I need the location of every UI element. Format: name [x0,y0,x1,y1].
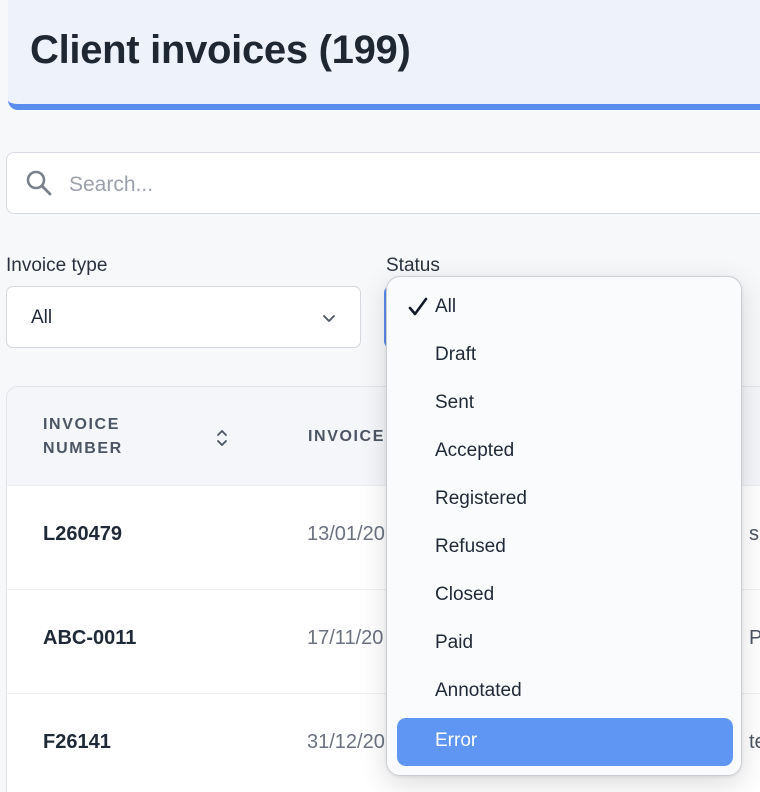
status-dropdown-menu: All Draft Sent Accepted Registered Refus… [386,276,742,776]
page: Client invoices (199) Invoice type All S… [0,0,760,792]
page-header: Client invoices (199) [8,0,760,110]
status-option-accepted[interactable]: Accepted [397,428,733,476]
column-header-invoice-number[interactable]: INVOICE NUMBER [43,413,123,461]
status-option-draft[interactable]: Draft [397,332,733,380]
status-option-all[interactable]: All [397,284,733,332]
option-label: Closed [435,584,495,605]
invoice-number-cell: L260479 [43,523,122,545]
page-title: Client invoices (199) [30,28,411,72]
status-option-sent[interactable]: Sent [397,380,733,428]
option-label: Annotated [435,680,522,701]
invoice-type-select[interactable]: All [6,286,361,348]
invoice-date-cell: 17/11/20 [307,627,384,649]
option-label: Accepted [435,440,515,461]
column-header-invoice-date[interactable]: INVOICE [308,425,385,449]
invoice-type-label: Invoice type [6,255,108,276]
status-option-annotated[interactable]: Annotated [397,668,733,716]
option-label: Draft [435,344,477,365]
table-cell: PI [749,627,760,650]
option-label: Error [435,730,478,751]
option-label: Refused [435,536,506,557]
table-cell: ter [749,731,760,753]
status-label: Status [386,255,440,276]
search-box[interactable] [6,152,760,214]
status-option-error[interactable]: Error [397,718,733,766]
invoice-number-cell: ABC-0011 [43,627,137,649]
column-header-line: INVOICE [43,416,120,433]
invoice-type-value: All [31,307,53,328]
option-label: Paid [435,632,474,653]
status-option-refused[interactable]: Refused [397,524,733,572]
option-label: Sent [435,392,475,413]
column-header-line: NUMBER [43,440,123,457]
sort-icon[interactable] [215,427,229,449]
chevron-down-icon [323,315,335,322]
invoice-date-cell: 13/01/20 [307,523,385,545]
table-cell: s [749,523,759,545]
invoice-number-cell: F26141 [43,731,111,753]
status-option-registered[interactable]: Registered [397,476,733,524]
search-input[interactable] [67,167,671,203]
option-label: All [435,296,457,317]
status-option-paid[interactable]: Paid [397,620,733,668]
invoice-date-cell: 31/12/20 [307,731,385,753]
status-option-closed[interactable]: Closed [397,572,733,620]
checkmark-icon [408,297,428,316]
search-icon [26,170,52,196]
option-label: Registered [435,488,527,509]
